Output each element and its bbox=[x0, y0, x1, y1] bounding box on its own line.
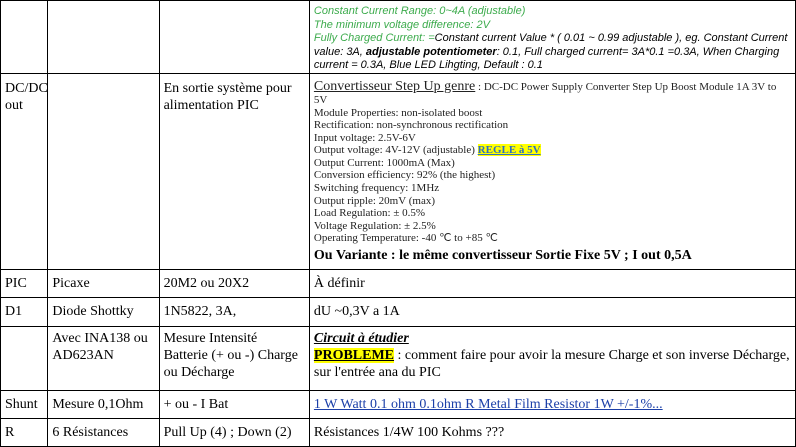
cell-purpose: Mesure Intensité Batterie (+ ou -) Charg… bbox=[158, 325, 310, 391]
cell-component: Mesure 0,1Ohm bbox=[47, 389, 160, 419]
table-row: DC/DC out En sortie système pour aliment… bbox=[0, 72, 796, 270]
cell-label: D1 bbox=[0, 296, 49, 327]
cell-empty bbox=[0, 0, 49, 74]
output-voltage-text: Output voltage: 4V-12V (adjustable) bbox=[313, 144, 478, 157]
cell-empty bbox=[47, 0, 160, 74]
cell-ref: 1N5822, 3A, bbox=[158, 296, 310, 327]
cell-label: R bbox=[0, 417, 49, 447]
circuit-heading: Circuit à étudier bbox=[313, 330, 409, 346]
cell-component: Avec INA138 ou AD623AN bbox=[47, 325, 160, 391]
cell-ref: + ou - I Bat bbox=[158, 389, 310, 419]
table-row: R 6 Résistances Pull Up (4) ; Down (2) R… bbox=[0, 417, 796, 447]
cell-ref: 20M2 ou 20X2 bbox=[158, 268, 310, 298]
table-row: D1 Diode Shottky 1N5822, 3A, dU ~0,3V a … bbox=[0, 296, 796, 327]
spec-line: Operating Temperature: -40 ℃ to +85 ℃ bbox=[313, 232, 498, 245]
cell-component: 6 Résistances bbox=[47, 417, 160, 447]
spec-line: Output Current: 1000mA (Max) bbox=[313, 156, 455, 169]
cell-ref: Pull Up (4) ; Down (2) bbox=[158, 417, 310, 447]
probleme-text: PROBLEME : comment faire pour avoir la m… bbox=[313, 347, 791, 381]
spec-line: Load Regulation: ± 0.5% bbox=[313, 207, 426, 220]
converter-title-main: Convertisseur Step Up genre bbox=[313, 78, 476, 94]
resistor-link-cell: 1 W Watt 0.1 ohm 0.1ohm R Metal Film Res… bbox=[308, 389, 796, 419]
cell-note: Résistances 1/4W 100 Kohms ??? bbox=[308, 417, 796, 447]
spec-line: Conversion efficiency: 92% (the highest) bbox=[313, 169, 496, 182]
min-voltage-line: The minimum voltage difference: 2V bbox=[313, 18, 490, 31]
variant-line: Ou Variante : le même convertisseur Sort… bbox=[313, 248, 692, 264]
full-charge-label: Fully Charged Current: = bbox=[313, 32, 435, 44]
cell-note: dU ~0,3V a 1A bbox=[308, 296, 796, 327]
regle-highlight: REGLE à 5V bbox=[477, 144, 541, 157]
probleme-cell: Circuit à étudier PROBLEME : comment fai… bbox=[308, 325, 796, 391]
charger-specs-cell: Constant Current Range: 0~4A (adjustable… bbox=[308, 0, 796, 74]
full-charge-text: Fully Charged Current: =Constant current… bbox=[314, 32, 791, 73]
table-row: Shunt Mesure 0,1Ohm + ou - I Bat 1 W Wat… bbox=[0, 389, 796, 419]
spec-line: Rectification: non-synchronous rectifica… bbox=[313, 119, 509, 132]
cell-label: DC/DC out bbox=[0, 72, 49, 270]
converter-cell: Convertisseur Step Up genre : DC-DC Powe… bbox=[308, 72, 796, 270]
cell-label: Shunt bbox=[0, 389, 49, 419]
table-row: Constant Current Range: 0~4A (adjustable… bbox=[0, 0, 796, 74]
cell-label: PIC bbox=[0, 268, 49, 298]
spec-line: Voltage Regulation: ± 2.5% bbox=[313, 219, 436, 232]
constant-current-line: Constant Current Range: 0~4A (adjustable… bbox=[313, 5, 526, 17]
output-voltage-line: Output voltage: 4V-12V (adjustable) REGL… bbox=[314, 144, 791, 157]
spec-line: Switching frequency: 1MHz bbox=[313, 182, 440, 195]
spec-line: Output ripple: 20mV (max) bbox=[313, 194, 435, 207]
cell-empty bbox=[158, 0, 310, 74]
cell-empty bbox=[47, 72, 160, 270]
spec-line: Module Properties: non-isolated boost bbox=[313, 106, 483, 119]
table-row: Avec INA138 ou AD623AN Mesure Intensité … bbox=[0, 325, 796, 391]
cell-empty bbox=[0, 325, 49, 391]
table-row: PIC Picaxe 20M2 ou 20X2 À définir bbox=[0, 268, 796, 298]
cell-component: Diode Shottky bbox=[47, 296, 160, 327]
potentiometer-label: adjustable potentiometer bbox=[365, 45, 497, 58]
converter-title: Convertisseur Step Up genre : DC-DC Powe… bbox=[313, 78, 791, 107]
probleme-highlight: PROBLEME bbox=[313, 347, 395, 363]
spec-line: Input voltage: 2.5V-6V bbox=[313, 131, 416, 144]
resistor-link[interactable]: 1 W Watt 0.1 ohm 0.1ohm R Metal Film Res… bbox=[314, 397, 663, 412]
cell-purpose: En sortie système pour alimentation PIC bbox=[158, 72, 310, 270]
cell-note: À définir bbox=[308, 268, 796, 298]
component-table: Constant Current Range: 0~4A (adjustable… bbox=[0, 0, 796, 447]
cell-component: Picaxe bbox=[47, 268, 160, 298]
